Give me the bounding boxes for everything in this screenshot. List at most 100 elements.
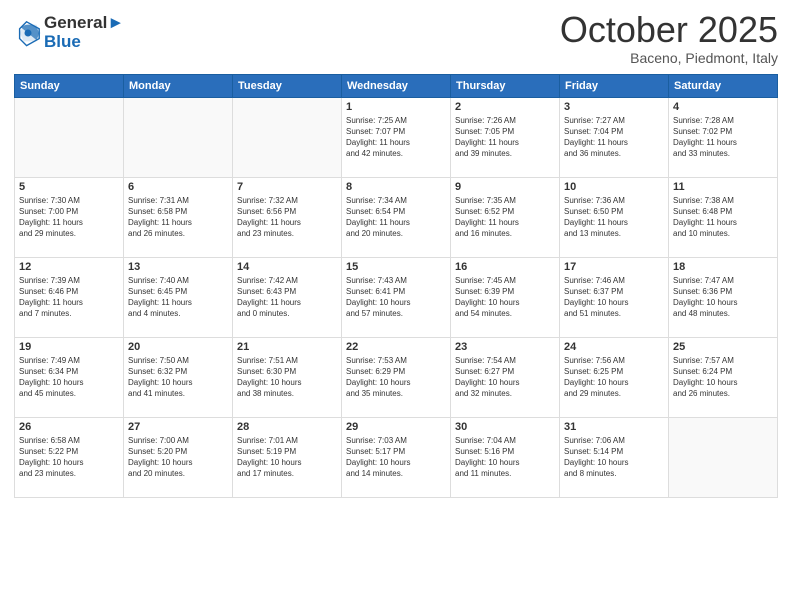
header-monday: Monday [124, 74, 233, 97]
logo: General► Blue [14, 14, 124, 51]
calendar-cell: 29 Sunrise: 7:03 AM Sunset: 5:17 PM Dayli… [342, 417, 451, 497]
calendar-table: Sunday Monday Tuesday Wednesday Thursday… [14, 74, 778, 498]
calendar-cell: 6 Sunrise: 7:31 AM Sunset: 6:58 PM Daylig… [124, 177, 233, 257]
day-info: Sunrise: 7:03 AM Sunset: 5:17 PM Dayligh… [346, 435, 446, 480]
day-number: 1 [346, 101, 446, 113]
day-info: Sunrise: 7:51 AM Sunset: 6:30 PM Dayligh… [237, 355, 337, 400]
day-info: Sunrise: 7:38 AM Sunset: 6:48 PM Dayligh… [673, 195, 773, 240]
calendar-cell: 5 Sunrise: 7:30 AM Sunset: 7:00 PM Daylig… [15, 177, 124, 257]
calendar-cell: 10 Sunrise: 7:36 AM Sunset: 6:50 PM Dayli… [560, 177, 669, 257]
calendar-cell: 24 Sunrise: 7:56 AM Sunset: 6:25 PM Dayli… [560, 337, 669, 417]
calendar-cell: 27 Sunrise: 7:00 AM Sunset: 5:20 PM Dayli… [124, 417, 233, 497]
day-info: Sunrise: 7:28 AM Sunset: 7:02 PM Dayligh… [673, 115, 773, 160]
day-info: Sunrise: 7:42 AM Sunset: 6:43 PM Dayligh… [237, 275, 337, 320]
calendar-cell: 18 Sunrise: 7:47 AM Sunset: 6:36 PM Dayli… [669, 257, 778, 337]
calendar-cell [233, 97, 342, 177]
day-number: 4 [673, 101, 773, 113]
calendar-cell: 16 Sunrise: 7:45 AM Sunset: 6:39 PM Dayli… [451, 257, 560, 337]
calendar-cell: 19 Sunrise: 7:49 AM Sunset: 6:34 PM Dayli… [15, 337, 124, 417]
calendar-cell: 1 Sunrise: 7:25 AM Sunset: 7:07 PM Daylig… [342, 97, 451, 177]
day-info: Sunrise: 7:45 AM Sunset: 6:39 PM Dayligh… [455, 275, 555, 320]
day-info: Sunrise: 7:00 AM Sunset: 5:20 PM Dayligh… [128, 435, 228, 480]
day-number: 17 [564, 261, 664, 273]
day-info: Sunrise: 7:56 AM Sunset: 6:25 PM Dayligh… [564, 355, 664, 400]
day-info: Sunrise: 7:04 AM Sunset: 5:16 PM Dayligh… [455, 435, 555, 480]
day-number: 14 [237, 261, 337, 273]
calendar-cell: 15 Sunrise: 7:43 AM Sunset: 6:41 PM Dayli… [342, 257, 451, 337]
day-info: Sunrise: 7:54 AM Sunset: 6:27 PM Dayligh… [455, 355, 555, 400]
day-number: 19 [19, 341, 119, 353]
calendar-cell: 26Sunrise: 6:58 AM Sunset: 5:22 PM Dayli… [15, 417, 124, 497]
calendar-cell: 8 Sunrise: 7:34 AM Sunset: 6:54 PM Daylig… [342, 177, 451, 257]
week-row-1: 1 Sunrise: 7:25 AM Sunset: 7:07 PM Daylig… [15, 97, 778, 177]
day-info: Sunrise: 7:40 AM Sunset: 6:45 PM Dayligh… [128, 275, 228, 320]
day-number: 13 [128, 261, 228, 273]
calendar-cell: 12 Sunrise: 7:39 AM Sunset: 6:46 PM Dayli… [15, 257, 124, 337]
calendar-cell: 17 Sunrise: 7:46 AM Sunset: 6:37 PM Dayli… [560, 257, 669, 337]
month-title: October 2025 [560, 10, 778, 50]
day-number: 23 [455, 341, 555, 353]
calendar-cell: 13 Sunrise: 7:40 AM Sunset: 6:45 PM Dayli… [124, 257, 233, 337]
day-info: Sunrise: 7:39 AM Sunset: 6:46 PM Dayligh… [19, 275, 119, 320]
day-info: Sunrise: 7:34 AM Sunset: 6:54 PM Dayligh… [346, 195, 446, 240]
calendar-cell: 21 Sunrise: 7:51 AM Sunset: 6:30 PM Dayli… [233, 337, 342, 417]
header-thursday: Thursday [451, 74, 560, 97]
day-number: 27 [128, 421, 228, 433]
day-info: Sunrise: 7:35 AM Sunset: 6:52 PM Dayligh… [455, 195, 555, 240]
day-number: 21 [237, 341, 337, 353]
day-info: Sunrise: 7:36 AM Sunset: 6:50 PM Dayligh… [564, 195, 664, 240]
header-wednesday: Wednesday [342, 74, 451, 97]
calendar-cell [124, 97, 233, 177]
day-info: Sunrise: 7:47 AM Sunset: 6:36 PM Dayligh… [673, 275, 773, 320]
day-info: Sunrise: 7:49 AM Sunset: 6:34 PM Dayligh… [19, 355, 119, 400]
day-info: Sunrise: 7:27 AM Sunset: 7:04 PM Dayligh… [564, 115, 664, 160]
day-info: Sunrise: 7:53 AM Sunset: 6:29 PM Dayligh… [346, 355, 446, 400]
calendar-cell: 25Sunrise: 7:57 AM Sunset: 6:24 PM Dayli… [669, 337, 778, 417]
day-info: Sunrise: 7:01 AM Sunset: 5:19 PM Dayligh… [237, 435, 337, 480]
day-number: 8 [346, 181, 446, 193]
days-header-row: Sunday Monday Tuesday Wednesday Thursday… [15, 74, 778, 97]
day-number: 24 [564, 341, 664, 353]
day-number: 2 [455, 101, 555, 113]
day-info: Sunrise: 7:32 AM Sunset: 6:56 PM Dayligh… [237, 195, 337, 240]
day-info: Sunrise: 7:26 AM Sunset: 7:05 PM Dayligh… [455, 115, 555, 160]
week-row-3: 12 Sunrise: 7:39 AM Sunset: 6:46 PM Dayli… [15, 257, 778, 337]
logo-icon [14, 19, 42, 47]
day-number: 6 [128, 181, 228, 193]
header-tuesday: Tuesday [233, 74, 342, 97]
day-number: 18 [673, 261, 773, 273]
day-number: 31 [564, 421, 664, 433]
day-number: 16 [455, 261, 555, 273]
day-info: Sunrise: 7:25 AM Sunset: 7:07 PM Dayligh… [346, 115, 446, 160]
day-info: Sunrise: 7:30 AM Sunset: 7:00 PM Dayligh… [19, 195, 119, 240]
day-number: 12 [19, 261, 119, 273]
calendar-cell: 28Sunrise: 7:01 AM Sunset: 5:19 PM Dayli… [233, 417, 342, 497]
day-number: 10 [564, 181, 664, 193]
day-info: Sunrise: 7:06 AM Sunset: 5:14 PM Dayligh… [564, 435, 664, 480]
calendar-cell: 2 Sunrise: 7:26 AM Sunset: 7:05 PM Daylig… [451, 97, 560, 177]
calendar-cell: 23 Sunrise: 7:54 AM Sunset: 6:27 PM Dayli… [451, 337, 560, 417]
calendar-cell: 14 Sunrise: 7:42 AM Sunset: 6:43 PM Dayli… [233, 257, 342, 337]
page-container: General► Blue October 2025 Baceno, Piedm… [0, 0, 792, 504]
header-sunday: Sunday [15, 74, 124, 97]
calendar-cell: 30 Sunrise: 7:04 AM Sunset: 5:16 PM Dayli… [451, 417, 560, 497]
calendar-cell: 3Sunrise: 7:27 AM Sunset: 7:04 PM Daylig… [560, 97, 669, 177]
day-number: 30 [455, 421, 555, 433]
day-info: Sunrise: 7:46 AM Sunset: 6:37 PM Dayligh… [564, 275, 664, 320]
day-info: Sunrise: 6:58 AM Sunset: 5:22 PM Dayligh… [19, 435, 119, 480]
calendar-cell [669, 417, 778, 497]
day-number: 7 [237, 181, 337, 193]
day-info: Sunrise: 7:50 AM Sunset: 6:32 PM Dayligh… [128, 355, 228, 400]
logo-text: General► Blue [44, 14, 124, 51]
location-subtitle: Baceno, Piedmont, Italy [560, 50, 778, 66]
day-info: Sunrise: 7:43 AM Sunset: 6:41 PM Dayligh… [346, 275, 446, 320]
title-block: October 2025 Baceno, Piedmont, Italy [560, 10, 778, 66]
day-number: 29 [346, 421, 446, 433]
day-number: 5 [19, 181, 119, 193]
header-saturday: Saturday [669, 74, 778, 97]
calendar-cell: 20Sunrise: 7:50 AM Sunset: 6:32 PM Dayli… [124, 337, 233, 417]
day-number: 15 [346, 261, 446, 273]
week-row-5: 26Sunrise: 6:58 AM Sunset: 5:22 PM Dayli… [15, 417, 778, 497]
day-info: Sunrise: 7:31 AM Sunset: 6:58 PM Dayligh… [128, 195, 228, 240]
calendar-cell: 31 Sunrise: 7:06 AM Sunset: 5:14 PM Dayli… [560, 417, 669, 497]
